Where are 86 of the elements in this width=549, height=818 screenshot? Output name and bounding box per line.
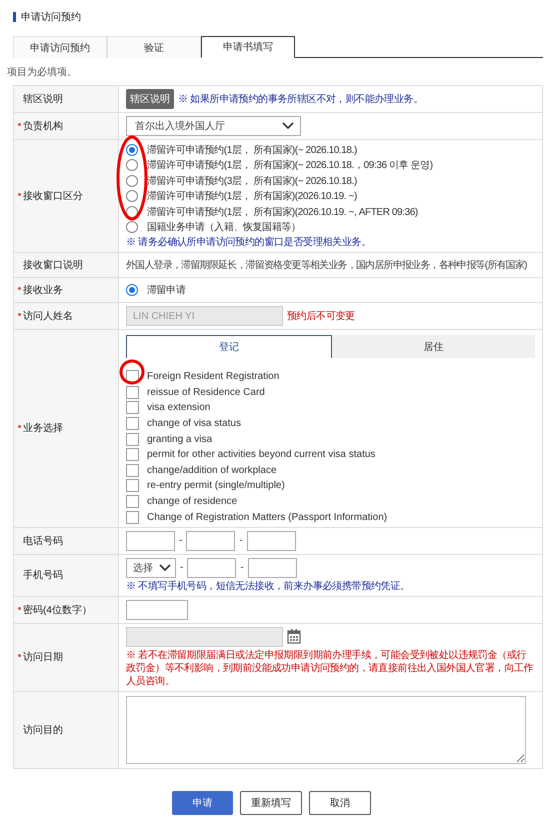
mobile-field[interactable] — [187, 558, 236, 578]
field-label: 访问人姓名 — [23, 310, 73, 323]
phone-field[interactable] — [126, 530, 175, 551]
zone-info-button[interactable]: 辖区说明 — [126, 89, 174, 109]
option-text[interactable]: 滞留申请 — [147, 283, 186, 297]
field-label: 接收窗口说明 — [23, 258, 83, 272]
checkbox[interactable] — [126, 417, 139, 430]
separator-text: - — [239, 535, 243, 546]
radio-button[interactable] — [126, 284, 138, 296]
radio-button[interactable] — [126, 190, 138, 202]
radio-button[interactable] — [126, 159, 138, 172]
field-label: 辖区说明 — [23, 92, 63, 106]
purpose-field[interactable] — [126, 696, 526, 764]
checkbox[interactable] — [126, 464, 139, 477]
option-text[interactable]: 滞留许可申请预约(1层， 所有国家)(2026.10.19. ~, AFTER 09:36) — [147, 204, 418, 219]
field-label: 访问目的 — [23, 724, 63, 737]
separator-text: - — [179, 535, 182, 546]
option-text[interactable]: re-entry permit (single/multiple) — [147, 479, 285, 492]
option-text[interactable]: 滞留许可申请预约(1层， 所有国家)(2026.10.19. ~) — [147, 189, 357, 204]
separator-text: - — [180, 562, 184, 574]
option-text[interactable]: change of residence — [147, 495, 238, 508]
phone-field[interactable] — [246, 530, 296, 551]
checkbox[interactable] — [126, 386, 139, 399]
option-text[interactable]: 滞留许可申请预约(1层， 所有国家)(~ 2026.10.18.，09:36 이후 운영) — [147, 158, 433, 172]
option-text[interactable]: 滞留许可申请预约(1层， 所有国家)(~ 2026.10.18.) — [147, 142, 357, 157]
warning-text: 预约后不可变更 — [287, 310, 355, 322]
radio-button[interactable] — [126, 221, 138, 234]
option-text[interactable]: 国籍业务申请（入籍、恢复国籍等） — [147, 220, 301, 234]
date-field[interactable] — [126, 626, 283, 647]
field-label: 接收业务 — [23, 284, 63, 297]
option-text[interactable]: visa extension — [147, 401, 210, 414]
checkbox[interactable] — [126, 448, 139, 462]
phone-field[interactable] — [186, 530, 236, 551]
page-title: 申请访问预约 — [21, 10, 81, 24]
required-dot — [18, 606, 21, 610]
separator-text: - — [240, 562, 244, 574]
required-dot — [18, 193, 21, 196]
note-text: ※ 不填写手机号码，短信无法接收，前来办事必须携带预约凭证。 — [126, 580, 411, 593]
option-text[interactable]: granting a visa — [147, 432, 212, 446]
option-text[interactable]: reissue of Residence Card — [147, 386, 265, 399]
required-dot — [18, 654, 21, 658]
radio-button[interactable] — [126, 144, 138, 156]
checkbox[interactable] — [126, 401, 139, 414]
title-marker — [13, 12, 16, 22]
note-text: ※ 如果所申请预约的事务所辖区不对，则不能办理业务。 — [178, 92, 423, 106]
note-text: ※ 请务必确认所申请访问预约的窗口是否受理相关业务。 — [126, 236, 372, 249]
field-label: 业务选择 — [23, 422, 63, 436]
required-dot — [18, 287, 21, 290]
field-label: 负责机构 — [23, 120, 63, 133]
field-label: 电话号码 — [23, 534, 63, 548]
password-field[interactable] — [126, 600, 188, 620]
field-label: 接收窗口区分 — [23, 190, 83, 203]
field-label: 密码(4位数字） — [23, 604, 92, 617]
option-text[interactable]: change of visa status — [147, 417, 241, 430]
form-button[interactable]: 申请 — [172, 790, 233, 815]
step-tab[interactable]: 申请书填写 — [201, 36, 295, 58]
form-button[interactable]: 重新填写 — [240, 790, 302, 815]
category-tab[interactable]: 登记 — [126, 335, 332, 358]
required-dot — [18, 425, 21, 428]
option-text[interactable]: Foreign Resident Registration — [147, 370, 280, 384]
field-label: 手机号码 — [23, 568, 63, 582]
mobile-field[interactable] — [248, 558, 297, 578]
step-tab[interactable]: 验证 — [107, 36, 201, 58]
checkbox[interactable] — [126, 510, 139, 524]
chevron-down-icon — [159, 564, 171, 572]
form-button[interactable]: 取消 — [309, 790, 371, 815]
highlight-circle — [118, 358, 146, 386]
step-tab[interactable]: 申请访问预约 — [13, 36, 107, 58]
warning-text: ※ 若不在滞留期限届满日或法定申报期限到期前办理手续，可能会受到被处以违规罚金（或行政罚金）等不利影响，到期前没能成功申请访问预约的，请直接前往出入国外国人官署，向工作人员咨询。 — [126, 648, 534, 688]
option-text[interactable]: Change of Registration Matters (Passport Information) — [147, 510, 388, 524]
option-text[interactable]: permit for other activities beyond current visa status — [147, 448, 376, 462]
required-dot — [18, 313, 21, 316]
chevron-down-icon — [282, 122, 294, 130]
checkbox[interactable] — [126, 479, 139, 492]
radio-button[interactable] — [126, 174, 138, 187]
description-text: 外国人登录，滞留期限延长，滞留资格变更等相关业务，国内居所申报业务，各种申报等(所有国家) — [126, 258, 528, 272]
field-label: 访问日期 — [23, 650, 63, 664]
required-note: 项目为必填项。 — [7, 66, 78, 79]
option-text[interactable]: change/addition of workplace — [147, 464, 277, 477]
calendar-icon[interactable] — [287, 629, 301, 644]
checkbox[interactable] — [126, 432, 139, 446]
required-dot — [18, 123, 21, 126]
category-tab[interactable]: 居住 — [332, 335, 535, 358]
checkbox[interactable] — [126, 495, 139, 508]
office-select[interactable]: 首尔出入境外国人厅 — [126, 116, 301, 136]
prefix-select[interactable]: 选择 — [126, 558, 176, 578]
